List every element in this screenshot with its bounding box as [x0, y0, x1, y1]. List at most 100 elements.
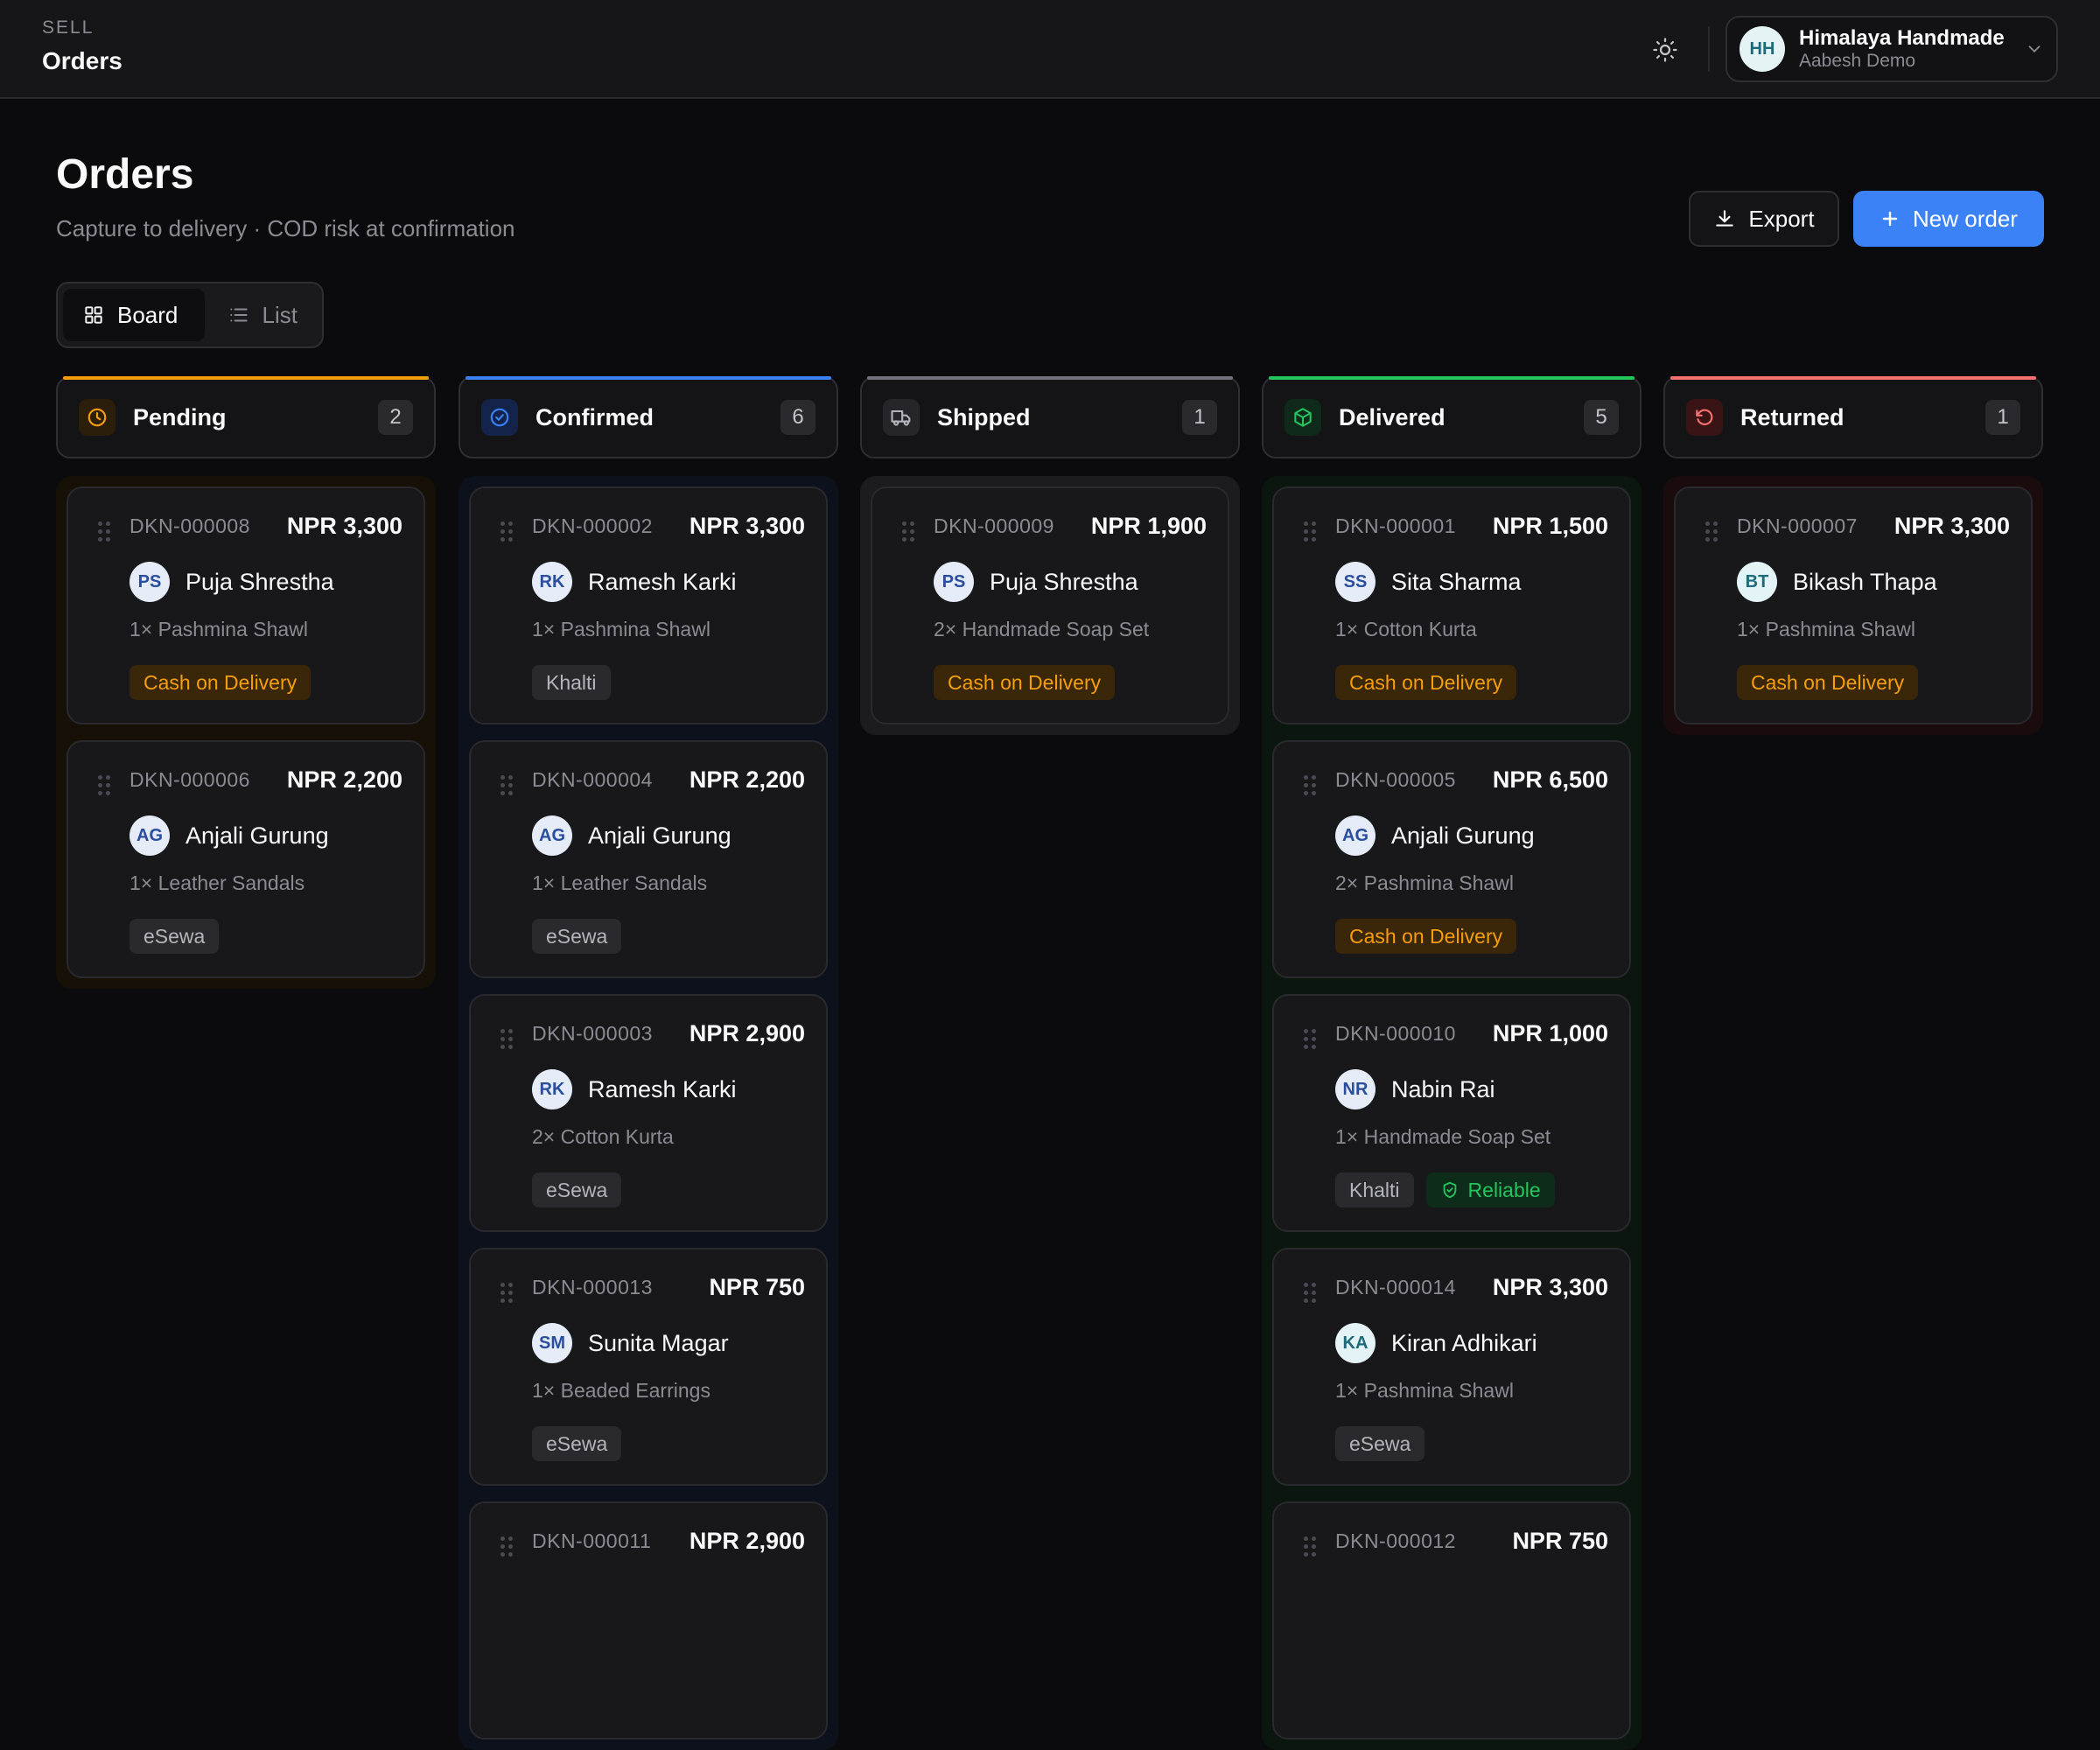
- payment-badge: eSewa: [130, 919, 220, 954]
- check-circle-icon: [490, 408, 509, 427]
- board-view-tab[interactable]: Board: [63, 289, 205, 341]
- order-card[interactable]: DKN-000004 NPR 2,200 AG Anjali Gurung 1× Lea…: [469, 740, 828, 978]
- drag-handle-icon[interactable]: [98, 775, 110, 796]
- customer-name: Bikash Thapa: [1793, 568, 1937, 595]
- customer-avatar: SS: [1335, 562, 1376, 602]
- column-count: 6: [780, 400, 816, 435]
- payment-badge: Cash on Delivery: [934, 665, 1116, 700]
- payment-badge: Cash on Delivery: [1737, 665, 1919, 700]
- drag-handle-icon[interactable]: [500, 1536, 513, 1558]
- shield-check-icon: [1443, 1181, 1456, 1199]
- new-order-label: New order: [1913, 205, 2018, 232]
- order-amount: NPR 3,300: [689, 513, 805, 539]
- column-header[interactable]: Shipped 1: [860, 376, 1240, 458]
- customer-name: Anjali Gurung: [1391, 822, 1535, 849]
- order-items: 1× Pashmina Shawl: [532, 618, 710, 640]
- order-card[interactable]: DKN-000006 NPR 2,200 AG Anjali Gurung 1× Lea…: [66, 740, 425, 978]
- drag-handle-icon[interactable]: [500, 1283, 513, 1304]
- order-amount: NPR 750: [1512, 1528, 1608, 1554]
- new-order-button[interactable]: New order: [1853, 191, 2044, 247]
- order-card[interactable]: DKN-000010 NPR 1,000 NR Nabin Rai 1× Handmad…: [1272, 994, 1631, 1232]
- page-subtitle: Capture to delivery · COD risk at confir…: [56, 215, 515, 242]
- order-amount: NPR 3,300: [1894, 513, 2010, 539]
- drag-handle-icon[interactable]: [1304, 775, 1316, 796]
- order-id: DKN-000001: [1335, 514, 1456, 537]
- customer-name: Puja Shrestha: [186, 568, 334, 595]
- order-card[interactable]: DKN-000008 NPR 3,300 PS Puja Shrestha 1× Pas…: [66, 486, 425, 724]
- drag-handle-icon[interactable]: [1304, 1283, 1316, 1304]
- top-bar-divider: [1708, 26, 1710, 72]
- customer: BT Bikash Thapa: [1737, 562, 1937, 602]
- order-tags: Cash on Delivery: [1335, 665, 1517, 700]
- payment-badge: eSewa: [532, 1172, 622, 1208]
- order-id: DKN-000004: [532, 768, 653, 791]
- order-card[interactable]: DKN-000003 NPR 2,900 RK Ramesh Karki 2× Cott…: [469, 994, 828, 1232]
- drag-handle-icon[interactable]: [98, 522, 110, 542]
- list-view-tab[interactable]: List: [208, 289, 317, 341]
- payment-badge: Cash on Delivery: [1335, 919, 1517, 954]
- account-subtitle: Aabesh Demo: [1799, 51, 1916, 71]
- drag-handle-icon[interactable]: [500, 522, 513, 542]
- order-card[interactable]: DKN-000014 NPR 3,300 KA Kiran Adhikari 1× Pa…: [1272, 1248, 1631, 1486]
- top-bar: SELL Orders HH Himalaya Handmade Aabesh …: [0, 0, 2100, 99]
- drag-handle-icon[interactable]: [1304, 1536, 1316, 1558]
- column-count: 2: [378, 400, 413, 435]
- order-amount: NPR 1,500: [1492, 513, 1608, 539]
- customer-name: Ramesh Karki: [588, 568, 737, 595]
- customer-name: Kiran Adhikari: [1391, 1329, 1537, 1356]
- drag-handle-icon[interactable]: [500, 1029, 513, 1050]
- customer-avatar: AG: [532, 816, 572, 856]
- customer-avatar: RK: [532, 1069, 572, 1110]
- account-avatar: HH: [1740, 26, 1785, 72]
- order-id: DKN-000013: [532, 1276, 653, 1298]
- drag-handle-icon[interactable]: [1705, 522, 1718, 542]
- order-card[interactable]: DKN-000009 NPR 1,900 PS Puja Shrestha 2× Han…: [871, 486, 1229, 724]
- customer-name: Sita Sharma: [1391, 568, 1522, 595]
- customer: AG Anjali Gurung: [130, 816, 329, 856]
- column-header[interactable]: Pending 2: [56, 376, 436, 458]
- order-card[interactable]: DKN-000005 NPR 6,500 AG Anjali Gurung 2× Pas…: [1272, 740, 1631, 978]
- drag-handle-icon[interactable]: [1304, 522, 1316, 542]
- order-card[interactable]: DKN-000012 NPR 750: [1272, 1502, 1631, 1740]
- order-items: 1× Pashmina Shawl: [1737, 618, 1915, 640]
- order-card[interactable]: DKN-000001 NPR 1,500 SS Sita Sharma 1× Cotto…: [1272, 486, 1631, 724]
- payment-badge: eSewa: [1335, 1426, 1425, 1461]
- drag-handle-icon[interactable]: [500, 775, 513, 796]
- column-body: DKN-000009 NPR 1,900 PS Puja Shrestha 2× Han…: [860, 476, 1240, 735]
- clock-icon: [88, 408, 107, 427]
- list-icon: [229, 308, 248, 322]
- order-id: DKN-000008: [130, 514, 250, 537]
- customer: RK Ramesh Karki: [532, 562, 737, 602]
- order-tags: Cash on Delivery: [1737, 665, 1919, 700]
- drag-handle-icon[interactable]: [1304, 1029, 1316, 1050]
- order-card[interactable]: DKN-000011 NPR 2,900: [469, 1502, 828, 1740]
- column-header[interactable]: Delivered 5: [1262, 376, 1642, 458]
- order-tags: Cash on Delivery: [1335, 919, 1517, 954]
- payment-badge: eSewa: [532, 919, 622, 954]
- order-items: 1× Leather Sandals: [532, 872, 708, 894]
- order-card[interactable]: DKN-000002 NPR 3,300 RK Ramesh Karki 1× Pash…: [469, 486, 828, 724]
- export-button[interactable]: Export: [1689, 191, 1839, 247]
- customer-avatar: SM: [532, 1323, 572, 1363]
- order-card[interactable]: DKN-000007 NPR 3,300 BT Bikash Thapa 1× Pash…: [1674, 486, 2033, 724]
- drag-handle-icon[interactable]: [902, 522, 914, 542]
- column-icon: [481, 399, 518, 436]
- column-count: 1: [1985, 400, 2020, 435]
- export-label: Export: [1748, 205, 1815, 232]
- order-id: DKN-000007: [1737, 514, 1858, 537]
- customer: PS Puja Shrestha: [130, 562, 334, 602]
- reliable-label: Reliable: [1467, 1178, 1541, 1201]
- column-header[interactable]: Returned 1: [1663, 376, 2043, 458]
- list-view-label: List: [262, 301, 298, 328]
- order-items: 2× Cotton Kurta: [532, 1125, 674, 1148]
- column-accent: [867, 376, 1233, 380]
- order-items: 2× Handmade Soap Set: [934, 618, 1150, 640]
- column-header[interactable]: Confirmed 6: [458, 376, 838, 458]
- order-card[interactable]: DKN-000013 NPR 750 SM Sunita Magar 1× Beaded…: [469, 1248, 828, 1486]
- order-id: DKN-000005: [1335, 768, 1456, 791]
- theme-toggle-button[interactable]: [1647, 32, 1684, 68]
- customer-avatar: BT: [1737, 562, 1777, 602]
- account-switcher[interactable]: HH Himalaya Handmade Aabesh Demo: [1726, 16, 2058, 82]
- customer: SM Sunita Magar: [532, 1323, 729, 1363]
- account-name: Himalaya Handmade: [1799, 26, 2005, 50]
